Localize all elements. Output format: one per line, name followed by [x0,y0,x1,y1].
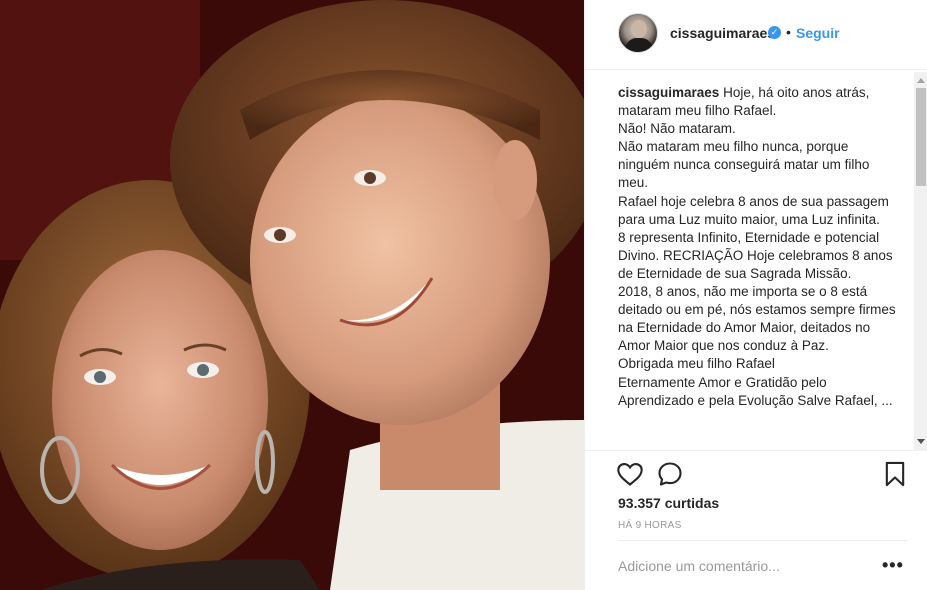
scrollbar-thumb[interactable] [916,88,926,186]
avatar[interactable] [618,13,658,53]
avatar-body [625,38,653,52]
instagram-post: cissaguimaraes ✓ • Seguir cissaguimaraes… [0,0,927,590]
heart-icon[interactable] [616,460,644,488]
bookmark-icon-svg [885,461,905,487]
scroll-up-arrow-icon[interactable] [917,78,925,83]
follow-button[interactable]: Seguir [796,25,840,41]
caption-scroll-area[interactable]: cissaguimaraes Hoje, há oito anos atrás,… [618,84,898,450]
verified-badge-icon: ✓ [768,26,781,39]
comment-icon-svg [658,462,682,486]
caption: cissaguimaraes Hoje, há oito anos atrás,… [618,84,898,410]
more-options-icon[interactable]: ••• [882,555,904,576]
post-actions [585,450,927,494]
post-side-panel: cissaguimaraes ✓ • Seguir cissaguimaraes… [584,0,927,590]
photo-illustration [0,0,584,590]
scroll-down-arrow-icon[interactable] [917,439,925,444]
post-photo[interactable] [0,0,584,590]
avatar-face [631,20,647,38]
post-header: cissaguimaraes ✓ • Seguir [585,0,927,70]
header-username[interactable]: cissaguimaraes [670,25,775,41]
bookmark-icon[interactable] [881,460,909,488]
post-timestamp[interactable]: HÁ 9 HORAS [618,520,682,531]
caption-scrollbar[interactable] [914,72,927,450]
heart-icon-svg [617,463,643,486]
caption-username[interactable]: cissaguimaraes [618,85,719,100]
comment-bar: ••• [618,540,908,590]
comment-icon[interactable] [656,460,684,488]
caption-text: Hoje, há oito anos atrás, mataram meu fi… [618,85,896,408]
header-separator: • [786,24,791,40]
likes-count[interactable]: 93.357 curtidas [618,495,719,511]
comment-input[interactable] [618,558,848,574]
